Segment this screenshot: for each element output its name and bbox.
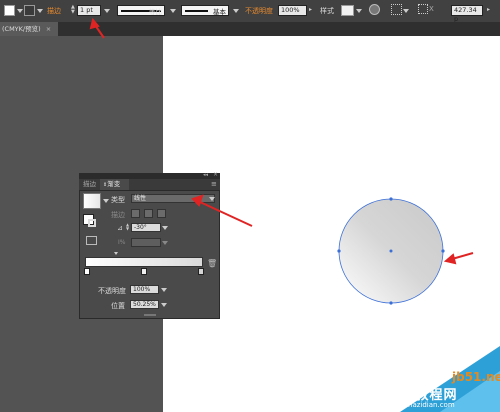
watermark-url: jiaocheng.chazidian.com <box>368 401 455 409</box>
red-arrow-circle <box>451 252 474 260</box>
red-arrowhead <box>191 194 204 207</box>
red-arrowhead <box>89 17 100 30</box>
watermark-site: jb51.net <box>452 370 500 384</box>
red-arrowhead <box>443 253 457 265</box>
red-arrow-type <box>199 201 253 227</box>
